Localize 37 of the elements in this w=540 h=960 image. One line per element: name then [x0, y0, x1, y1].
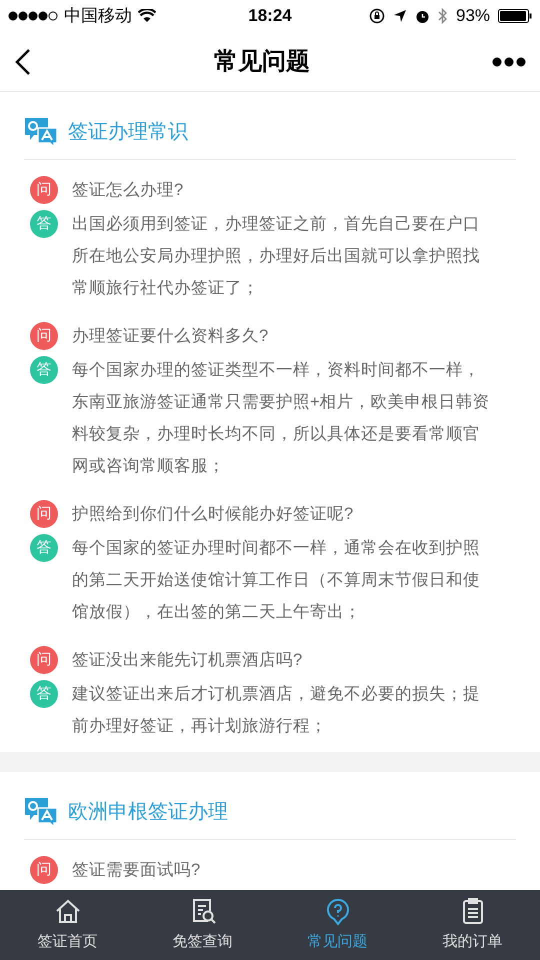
question-text: 签证没出来能先订机票酒店吗?	[72, 650, 304, 671]
question-badge: 问	[30, 322, 58, 350]
tab-item[interactable]: 免签查询	[135, 890, 270, 960]
location-arrow-icon	[392, 9, 407, 23]
clock-time: 18:24	[248, 5, 292, 28]
section-title: 欧洲申根签证办理	[68, 800, 228, 824]
question-text: 签证怎么办理?	[72, 180, 184, 201]
section-title: 签证办理常识	[68, 120, 188, 144]
more-options-icon[interactable]	[492, 56, 526, 66]
qa-chat-icon	[24, 116, 58, 146]
answer-text: 出国必须用到签证，办理签证之前，首先自己要在户口所在地公安局办理护照，办理好后出国就可以拿护照找常顺旅行社代办签证了；	[72, 214, 481, 299]
wifi-icon	[138, 9, 156, 23]
answer-badge: 答	[30, 534, 58, 562]
battery-percentage: 93%	[456, 5, 490, 28]
answer-badge: 答	[30, 210, 58, 238]
bluetooth-icon	[438, 8, 448, 24]
tab-item[interactable]: 常见问题	[270, 890, 405, 960]
question-badge: 问	[30, 856, 58, 884]
question-badge: 问	[30, 176, 58, 204]
answer-badge: 答	[30, 680, 58, 708]
question-text: 办理签证要什么资料多久?	[72, 326, 270, 347]
question-text: 签证需要面试吗?	[72, 860, 202, 881]
rotation-lock-icon	[368, 8, 385, 24]
qa-chat-icon	[24, 796, 58, 826]
answer-text: 每个国家的签证办理时间都不一样，通常会在收到护照的第二天开始送使馆计算工作日（不算周末节假日和使馆放假），在出签的第二天上午寄出；	[72, 538, 481, 623]
question-text: 护照给到你们什么时候能办好签证呢?	[72, 504, 354, 525]
answer-badge: 答	[30, 356, 58, 384]
signal-icon	[8, 11, 58, 21]
tab-item[interactable]: 签证首页	[0, 890, 135, 960]
answer-text: 每个国家办理的签证类型不一样，资料时间都不一样，东南亚旅游签证通常只需要护照+相片，欧美申根日韩资料较复杂，办理时长均不同，所以具体还是要看常顺官网或咨询常顺客服；	[72, 360, 491, 477]
battery-icon	[498, 9, 532, 23]
answer-text: 建议签证出来后才订机票酒店，避免不必要的损失；提前办理好签证，再计划旅游行程；	[72, 684, 481, 737]
question-badge: 问	[30, 500, 58, 528]
tab-item[interactable]: 我的订单	[405, 890, 540, 960]
question-badge: 问	[30, 646, 58, 674]
page-title: 常见问题	[214, 46, 310, 76]
carrier-name: 中国移动	[64, 5, 132, 28]
